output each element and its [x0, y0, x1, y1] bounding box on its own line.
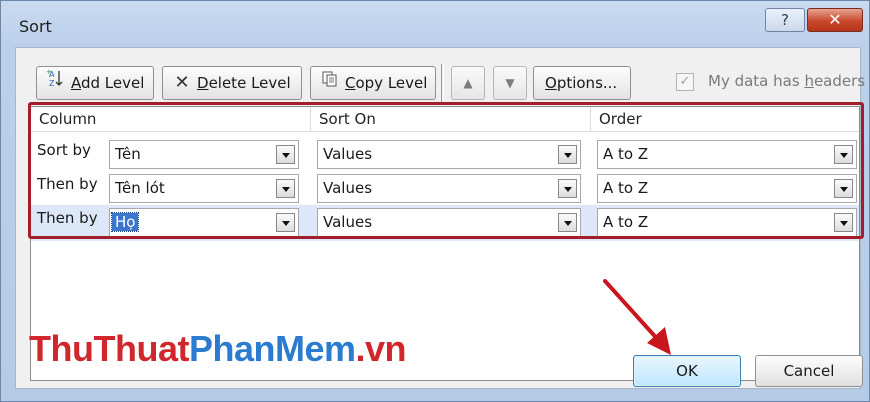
cancel-button[interactable]: Cancel — [755, 355, 863, 387]
chevron-down-icon[interactable] — [276, 179, 295, 198]
row-label-then-by: Then by — [37, 175, 98, 193]
move-up-button[interactable]: ▲ — [451, 66, 485, 100]
chevron-down-icon[interactable] — [558, 179, 577, 198]
dialog-title: Sort — [19, 17, 52, 36]
move-down-button[interactable]: ▼ — [493, 66, 527, 100]
my-data-has-headers-label: My data has headers — [708, 72, 866, 90]
move-down-icon: ▼ — [505, 76, 515, 90]
title-bar[interactable]: Sort ? ✕ — [1, 1, 869, 47]
svg-text:Z: Z — [49, 79, 55, 88]
row-label-then-by: Then by — [37, 209, 98, 227]
red-arrow-icon — [603, 279, 671, 355]
column-select[interactable]: Tên — [109, 140, 299, 169]
order-select[interactable]: A to Z — [597, 140, 857, 169]
watermark-logo: ThuThuatPhanMem.vn — [29, 328, 407, 369]
move-up-icon: ▲ — [463, 76, 473, 90]
sort-on-select[interactable]: Values — [317, 174, 581, 203]
chevron-down-icon[interactable] — [834, 213, 853, 232]
chevron-down-icon[interactable] — [276, 213, 295, 232]
chevron-down-icon[interactable] — [276, 145, 295, 164]
header-order: Order — [599, 110, 642, 128]
sort-on-select[interactable]: Values — [317, 208, 581, 237]
delete-level-button[interactable]: ✕ Delete Level — [162, 66, 302, 100]
close-button[interactable]: ✕ — [807, 8, 863, 32]
options-button[interactable]: Options... — [533, 66, 631, 100]
chevron-down-icon[interactable] — [558, 213, 577, 232]
help-button[interactable]: ? — [765, 8, 805, 32]
delete-level-label: elete Level — [208, 74, 291, 92]
copy-level-label: opy Level — [355, 74, 428, 92]
order-select[interactable]: A to Z — [597, 174, 857, 203]
chevron-down-icon[interactable] — [834, 145, 853, 164]
grid-header: Column Sort On Order — [31, 107, 859, 132]
order-select[interactable]: A to Z — [597, 208, 857, 237]
my-data-has-headers-checkbox[interactable]: ✓ — [676, 73, 694, 91]
ok-button[interactable]: OK — [633, 355, 741, 387]
row-label-sort-by: Sort by — [37, 141, 91, 159]
sort-dialog: Sort ? ✕ A Z + Add Level ✕ Delete Level Cop… — [0, 0, 870, 402]
add-level-label: dd Level — [81, 74, 145, 92]
copy-level-button[interactable]: Copy Level — [310, 66, 436, 100]
options-label: ptions... — [556, 74, 618, 92]
add-level-icon: A Z + — [45, 67, 67, 99]
svg-text:+: + — [46, 68, 52, 76]
header-column: Column — [31, 107, 311, 132]
chevron-down-icon[interactable] — [558, 145, 577, 164]
copy-icon — [319, 67, 341, 99]
chevron-down-icon[interactable] — [834, 179, 853, 198]
column-select[interactable]: Tên lót — [109, 174, 299, 203]
toolbar-separator — [441, 64, 444, 102]
delete-x-icon: ✕ — [174, 72, 190, 93]
column-select[interactable]: Họ — [109, 208, 299, 237]
add-level-button[interactable]: A Z + Add Level — [36, 66, 154, 100]
sort-on-select[interactable]: Values — [317, 140, 581, 169]
header-sort-on: Sort On — [311, 107, 591, 132]
